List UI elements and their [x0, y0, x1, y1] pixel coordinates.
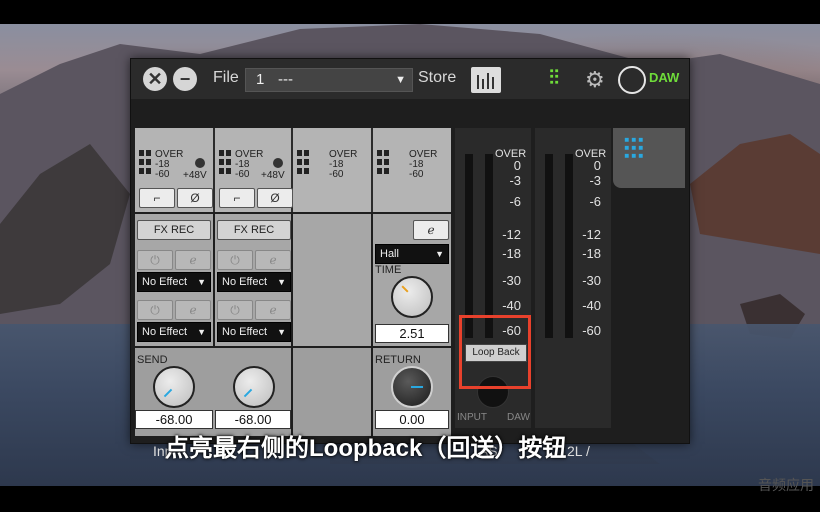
fx-strip-2: FX REC ⏻ ℯ No Effect ▼ ⏻ ℯ No Effect ▼ — [215, 214, 291, 346]
scale-3: -3 — [589, 173, 601, 188]
file-select[interactable]: 1 --- ▼ — [245, 68, 413, 92]
time-value[interactable]: 2.51 — [375, 324, 449, 343]
fx-rec-button[interactable]: FX REC — [137, 220, 211, 240]
level-meter-icon — [377, 150, 391, 178]
bottom-partial-right: 2L / — [567, 443, 590, 459]
scale-12: -12 — [502, 227, 521, 242]
scale-18: -18 — [582, 246, 601, 261]
send-value-1[interactable]: -68.00 — [135, 410, 213, 429]
scale-40: -40 — [502, 298, 521, 313]
daw-mix-label: DAW — [507, 412, 530, 423]
desktop-background: ✕ − File 1 --- ▼ Store ⫶⫶ ⚙ DAW ∞ OVER -… — [0, 24, 820, 486]
daw-toggle[interactable] — [618, 66, 646, 94]
input-label: INPUT — [457, 412, 487, 423]
scale-30: -30 — [582, 273, 601, 288]
scale-6: -6 — [589, 194, 601, 209]
mixer-toggle[interactable]: ⫶⫶⫶ — [613, 128, 685, 188]
time-knob[interactable] — [391, 276, 433, 318]
effect-select[interactable]: No Effect ▼ — [137, 322, 211, 342]
highpass-button[interactable]: ⌐ — [219, 188, 255, 208]
power-icon[interactable]: ⏻ — [137, 300, 173, 320]
highpass-button[interactable]: ⌐ — [139, 188, 175, 208]
return-knob[interactable] — [391, 366, 433, 408]
phantom-label: +48V — [183, 170, 207, 181]
level-60: -60 — [329, 169, 344, 180]
level-meter-icon — [139, 150, 153, 178]
watermark: 音频应用 — [758, 477, 814, 493]
output-meter: OVER 0 -3 -6 -12 -18 -30 -40 -60 — [535, 128, 611, 428]
send-section: SEND -68.00 -68.00 — [135, 348, 291, 436]
scale-0: 0 — [593, 158, 601, 173]
edit-icon[interactable]: ℯ — [255, 250, 291, 270]
send-knob-1[interactable] — [153, 366, 195, 408]
fx-strip-1: FX REC ⏻ ℯ No Effect ▼ ⏻ ℯ No Effect ▼ — [135, 214, 213, 346]
file-number: 1 — [256, 71, 265, 88]
daw-label: DAW — [649, 70, 680, 85]
highlight-box — [459, 315, 531, 389]
mixer-icon[interactable]: ⫶⫶ — [549, 67, 559, 90]
level-60: -60 — [155, 169, 170, 180]
titlebar: ✕ − File 1 --- ▼ Store ⫶⫶ ⚙ DAW — [131, 59, 689, 99]
scale-3: -3 — [509, 173, 521, 188]
reverb-type-select[interactable]: Hall ▼ — [375, 244, 449, 264]
fader-icon: ⫶⫶⫶ — [623, 134, 645, 165]
scale-30: -30 — [502, 273, 521, 288]
close-icon[interactable]: ✕ — [143, 67, 167, 91]
level-60: -60 — [409, 169, 424, 180]
effect-select[interactable]: No Effect ▼ — [217, 272, 291, 292]
channel-strip-1: OVER -18 -60 +48V ⌐ Ø — [135, 128, 215, 212]
file-name: --- — [278, 71, 293, 88]
return-section: RETURN 0.00 — [373, 348, 451, 436]
reverb-strip: ℯ Hall ▼ TIME 2.51 — [373, 214, 451, 346]
mixer-window: ✕ − File 1 --- ▼ Store ⫶⫶ ⚙ DAW ∞ OVER -… — [130, 58, 690, 459]
meter-bar-left — [545, 154, 553, 338]
scale-18: -18 — [502, 246, 521, 261]
level-meter-icon — [297, 150, 311, 178]
meter-view-icon[interactable] — [471, 67, 501, 93]
scale-12: -12 — [582, 227, 601, 242]
send-value-2[interactable]: -68.00 — [215, 410, 291, 429]
time-label: TIME — [375, 264, 402, 276]
edit-icon[interactable]: ℯ — [255, 300, 291, 320]
fx-rec-button[interactable]: FX REC — [217, 220, 291, 240]
return-value[interactable]: 0.00 — [375, 410, 449, 429]
empty-send — [293, 348, 371, 436]
effect-select[interactable]: No Effect ▼ — [137, 272, 211, 292]
dropdown-arrow-icon: ▼ — [395, 74, 406, 86]
file-label: File — [213, 69, 239, 86]
power-icon[interactable]: ⏻ — [217, 300, 253, 320]
minimize-icon[interactable]: − — [173, 67, 197, 91]
video-subtitle: 点亮最右侧的Loopback（回送）按钮 — [165, 435, 567, 462]
scale-40: -40 — [582, 298, 601, 313]
channel-strip-3: OVER -18 -60 — [293, 128, 373, 212]
channel-strip-4: OVER -18 -60 — [373, 128, 451, 212]
send-knob-2[interactable] — [233, 366, 275, 408]
phase-button[interactable]: Ø — [257, 188, 293, 208]
return-label: RETURN — [375, 354, 421, 366]
scale-60: -60 — [582, 323, 601, 338]
power-icon[interactable]: ⏻ — [217, 250, 253, 270]
meter-bar-left — [465, 154, 473, 338]
scale-6: -6 — [509, 194, 521, 209]
channel-strip-2: OVER -18 -60 +48V ⌐ Ø — [215, 128, 293, 212]
gear-icon[interactable]: ⚙ — [585, 67, 605, 93]
edit-icon[interactable]: ℯ — [175, 300, 211, 320]
phase-button[interactable]: Ø — [177, 188, 213, 208]
level-meter-icon — [219, 150, 233, 178]
phantom-led[interactable] — [195, 158, 205, 168]
phantom-led[interactable] — [273, 158, 283, 168]
phantom-label: +48V — [261, 170, 285, 181]
store-button[interactable]: Store — [418, 69, 456, 87]
power-icon[interactable]: ⏻ — [137, 250, 173, 270]
fx-strip-3 — [293, 214, 371, 346]
edit-icon[interactable]: ℯ — [175, 250, 211, 270]
send-label: SEND — [137, 354, 168, 366]
scale-0: 0 — [513, 158, 521, 173]
level-60: -60 — [235, 169, 250, 180]
effect-select[interactable]: No Effect ▼ — [217, 322, 291, 342]
edit-icon[interactable]: ℯ — [413, 220, 449, 240]
